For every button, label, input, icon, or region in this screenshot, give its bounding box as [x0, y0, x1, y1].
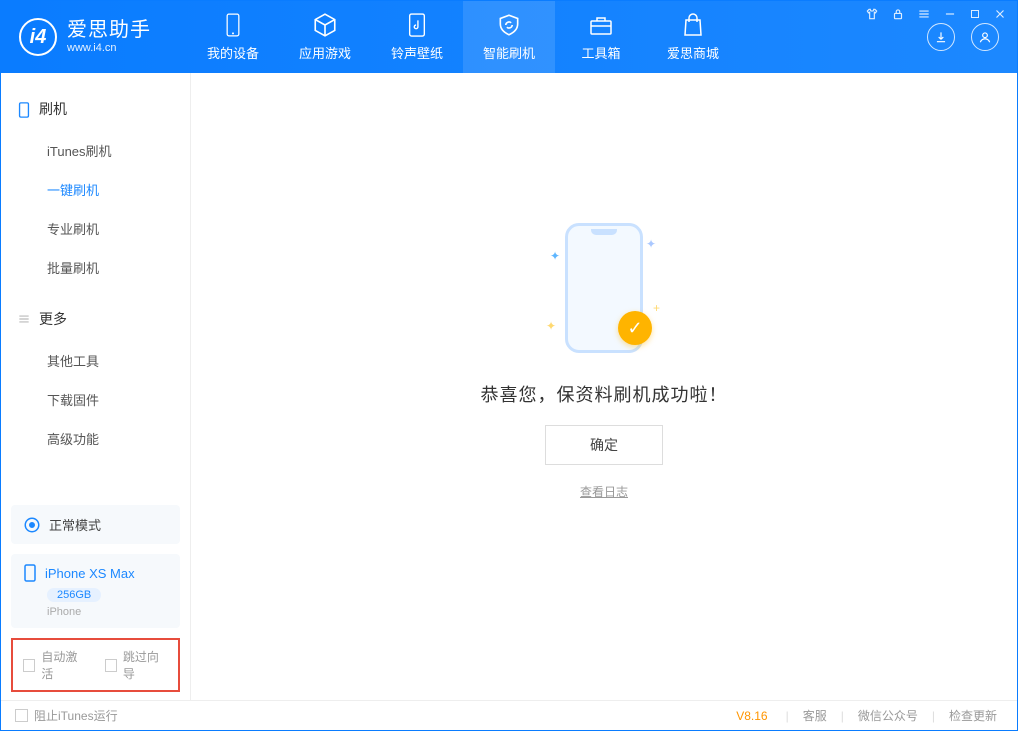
device-card[interactable]: iPhone XS Max 256GB iPhone [11, 554, 180, 628]
sidebar-item-itunes-flash[interactable]: iTunes刷机 [15, 131, 176, 170]
highlighted-options: 自动激活 跳过向导 [11, 638, 180, 692]
sidebar-group-more: 更多 其他工具 下载固件 高级功能 [1, 301, 190, 472]
success-message: 恭喜您，保资料刷机成功啦！ [481, 381, 728, 407]
sidebar-group-title: 更多 [15, 301, 176, 337]
view-log-link[interactable]: 查看日志 [580, 483, 628, 500]
list-icon [17, 312, 31, 326]
checkbox-auto-activate[interactable]: 自动激活 [23, 648, 87, 682]
close-button[interactable] [993, 7, 1007, 21]
refresh-shield-icon [496, 12, 522, 38]
sidebar-item-batch-flash[interactable]: 批量刷机 [15, 248, 176, 287]
checkbox-block-itunes[interactable]: 阻止iTunes运行 [15, 707, 118, 724]
device-type: iPhone [47, 606, 168, 618]
nav-toolbox[interactable]: 工具箱 [555, 1, 647, 73]
download-button[interactable] [927, 23, 955, 51]
sidebar-group-title: 刷机 [15, 91, 176, 127]
maximize-button[interactable] [969, 8, 981, 20]
device-capacity: 256GB [47, 588, 101, 602]
nav-flash[interactable]: 智能刷机 [463, 1, 555, 73]
body: 刷机 iTunes刷机 一键刷机 专业刷机 批量刷机 更多 其他工具 下载固件 … [1, 73, 1017, 700]
nav-store[interactable]: 爱思商城 [647, 1, 739, 73]
checkbox-icon [15, 709, 28, 722]
main-nav: 我的设备 应用游戏 铃声壁纸 智能刷机 工具箱 爱思商城 [187, 1, 739, 73]
mode-icon [23, 516, 41, 534]
checkbox-icon [23, 659, 35, 672]
nav-label: 铃声壁纸 [391, 43, 443, 62]
nav-my-device[interactable]: 我的设备 [187, 1, 279, 73]
status-link-support[interactable]: 客服 [797, 707, 833, 724]
window-controls [865, 7, 1007, 21]
sidebar-item-pro-flash[interactable]: 专业刷机 [15, 209, 176, 248]
sparkle-icon: ✦ [550, 249, 560, 263]
app-name: 爱思助手 [67, 19, 151, 42]
tshirt-icon[interactable] [865, 7, 879, 21]
sidebar-item-oneclick-flash[interactable]: 一键刷机 [15, 170, 176, 209]
phone-icon [220, 12, 246, 38]
nav-ringtones[interactable]: 铃声壁纸 [371, 1, 463, 73]
nav-label: 爱思商城 [667, 43, 719, 62]
header-right [927, 23, 999, 51]
mode-card[interactable]: 正常模式 [11, 505, 180, 544]
sparkle-icon: ✦ [546, 319, 556, 333]
logo: i4 爱思助手 www.i4.cn [19, 18, 151, 56]
device-name: iPhone XS Max [45, 566, 135, 581]
nav-label: 工具箱 [581, 43, 620, 62]
check-badge-icon: ✓ [618, 311, 652, 345]
nav-apps-games[interactable]: 应用游戏 [279, 1, 371, 73]
logo-icon: i4 [19, 18, 57, 56]
sidebar: 刷机 iTunes刷机 一键刷机 专业刷机 批量刷机 更多 其他工具 下载固件 … [1, 73, 191, 700]
cube-icon [312, 12, 338, 38]
main-content: ✦ ✦ ✦ + ✓ 恭喜您，保资料刷机成功啦！ 确定 查看日志 [191, 73, 1017, 700]
sparkle-icon: ✦ [646, 237, 656, 251]
user-button[interactable] [971, 23, 999, 51]
status-link-wechat[interactable]: 微信公众号 [852, 707, 924, 724]
app-window: i4 爱思助手 www.i4.cn 我的设备 应用游戏 铃声壁纸 智能刷机 [0, 0, 1018, 731]
bag-icon [680, 12, 706, 38]
menu-icon[interactable] [917, 7, 931, 21]
sparkle-icon: + [653, 301, 660, 315]
sidebar-item-other-tools[interactable]: 其他工具 [15, 341, 176, 380]
toolbox-icon [588, 12, 614, 38]
success-illustration: ✦ ✦ ✦ + ✓ [544, 213, 664, 363]
sidebar-group-flash: 刷机 iTunes刷机 一键刷机 专业刷机 批量刷机 [1, 91, 190, 301]
lock-icon[interactable] [891, 7, 905, 21]
status-link-update[interactable]: 检查更新 [943, 707, 1003, 724]
minimize-button[interactable] [943, 7, 957, 21]
status-bar: 阻止iTunes运行 V8.16 | 客服 | 微信公众号 | 检查更新 [1, 700, 1017, 730]
nav-label: 智能刷机 [483, 43, 535, 62]
version-label: V8.16 [736, 709, 767, 723]
sidebar-item-download-firmware[interactable]: 下载固件 [15, 380, 176, 419]
app-domain: www.i4.cn [67, 42, 151, 55]
device-icon [17, 102, 31, 116]
sidebar-item-advanced[interactable]: 高级功能 [15, 419, 176, 458]
ok-button[interactable]: 确定 [545, 425, 663, 465]
nav-label: 我的设备 [207, 43, 259, 62]
device-icon [23, 564, 37, 582]
mode-label: 正常模式 [49, 515, 101, 534]
checkbox-icon [105, 659, 117, 672]
nav-label: 应用游戏 [299, 43, 351, 62]
sidebar-bottom: 正常模式 iPhone XS Max 256GB iPhone 自动激活 [1, 495, 190, 700]
checkbox-skip-guide[interactable]: 跳过向导 [105, 648, 169, 682]
music-file-icon [404, 12, 430, 38]
